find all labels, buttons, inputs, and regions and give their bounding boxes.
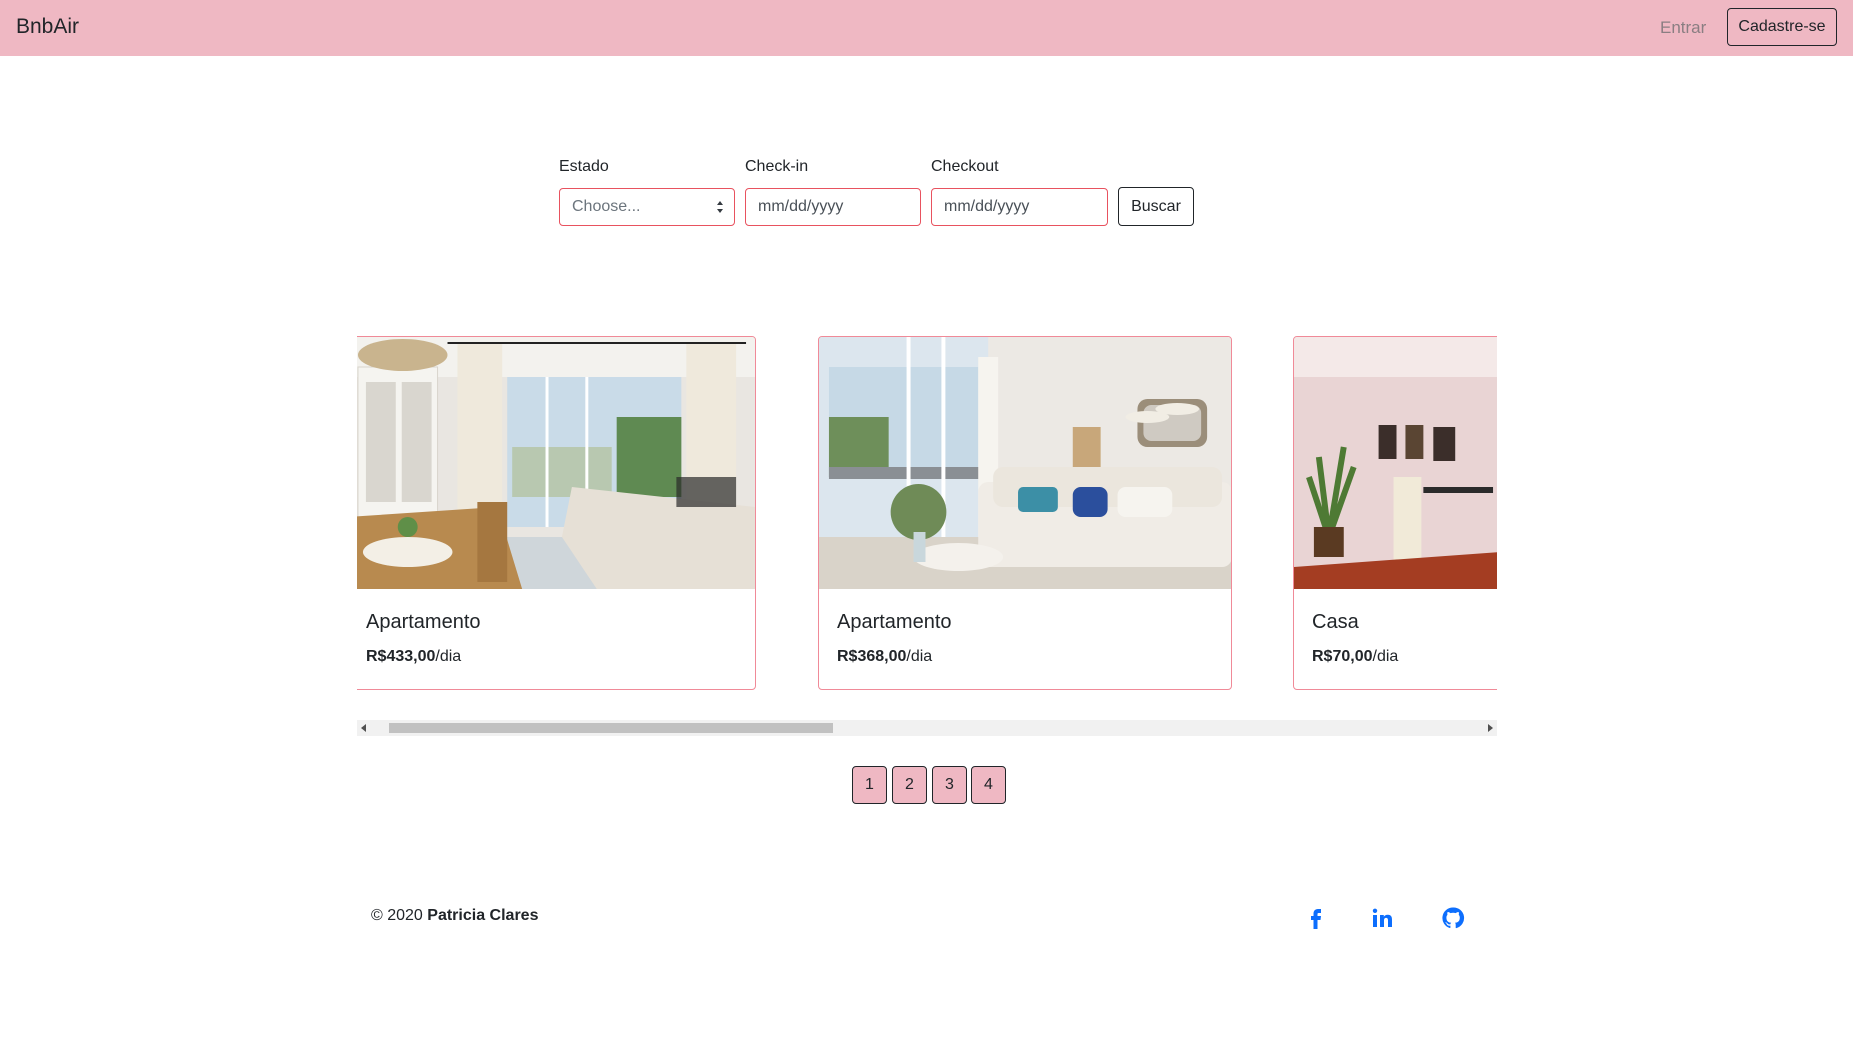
page-button-4[interactable]: 4 — [971, 766, 1006, 804]
search-button[interactable]: Buscar — [1118, 187, 1194, 226]
listing-photo-image — [819, 337, 1231, 589]
scroll-right-arrow-icon[interactable] — [1488, 724, 1493, 732]
github-icon[interactable] — [1441, 906, 1465, 930]
horizontal-scrollbar[interactable] — [357, 720, 1497, 736]
page-button-3[interactable]: 3 — [932, 766, 967, 804]
listing-price-value: R$433,00 — [366, 648, 436, 665]
listing-photo[interactable] — [1294, 337, 1497, 589]
scroll-left-arrow-icon[interactable] — [361, 724, 366, 732]
listing-card[interactable]: Apartamento R$433,00/dia — [357, 336, 756, 690]
checkout-label: Checkout — [931, 158, 999, 175]
login-link[interactable]: Entrar — [1660, 18, 1706, 38]
checkout-placeholder: mm/dd/yyyy — [944, 198, 1030, 215]
state-label: Estado — [559, 158, 609, 175]
listing-photo-image — [1294, 337, 1497, 589]
linkedin-icon[interactable] — [1370, 906, 1394, 930]
listing-price-value: R$70,00 — [1312, 648, 1373, 665]
state-select-value: Choose... — [572, 198, 641, 215]
navbar: BnbAir Entrar Cadastre-se — [0, 0, 1853, 56]
page-button-1[interactable]: 1 — [852, 766, 887, 804]
listing-price-unit: /dia — [906, 648, 933, 665]
listing-photo-image — [357, 337, 755, 589]
listing-price-value: R$368,00 — [837, 648, 907, 665]
listing-price-unit: /dia — [1372, 648, 1399, 665]
checkin-label: Check-in — [745, 158, 809, 175]
checkin-input[interactable]: mm/dd/yyyy — [745, 188, 921, 226]
listing-title: Casa — [1312, 611, 1359, 633]
brand-logo[interactable]: BnbAir — [16, 15, 79, 39]
listing-price: R$368,00/dia — [837, 648, 932, 666]
signup-button[interactable]: Cadastre-se — [1727, 8, 1837, 46]
author-name: Patricia Clares — [427, 907, 539, 924]
checkout-input[interactable]: mm/dd/yyyy — [931, 188, 1108, 226]
listing-photo[interactable] — [357, 337, 755, 589]
listing-price-unit: /dia — [435, 648, 462, 665]
scrollbar-thumb[interactable] — [389, 723, 833, 733]
listing-title: Apartamento — [366, 611, 481, 633]
listing-price: R$433,00/dia — [366, 648, 461, 666]
checkin-placeholder: mm/dd/yyyy — [758, 198, 844, 215]
state-select[interactable]: Choose... — [559, 188, 735, 226]
copyright-prefix: © 2020 — [371, 907, 423, 924]
listing-carousel[interactable]: Apartamento R$433,00/dia Apartamento R$3… — [357, 336, 1497, 691]
listing-card[interactable]: Apartamento R$368,00/dia — [818, 336, 1232, 690]
listing-title: Apartamento — [837, 611, 952, 633]
copyright: © 2020 Patricia Clares — [371, 907, 538, 925]
listing-card[interactable]: Casa R$70,00/dia — [1293, 336, 1497, 690]
select-arrows-icon — [717, 201, 723, 213]
page-button-2[interactable]: 2 — [892, 766, 927, 804]
facebook-icon[interactable] — [1304, 906, 1328, 930]
listing-price: R$70,00/dia — [1312, 648, 1398, 666]
listing-photo[interactable] — [819, 337, 1231, 589]
